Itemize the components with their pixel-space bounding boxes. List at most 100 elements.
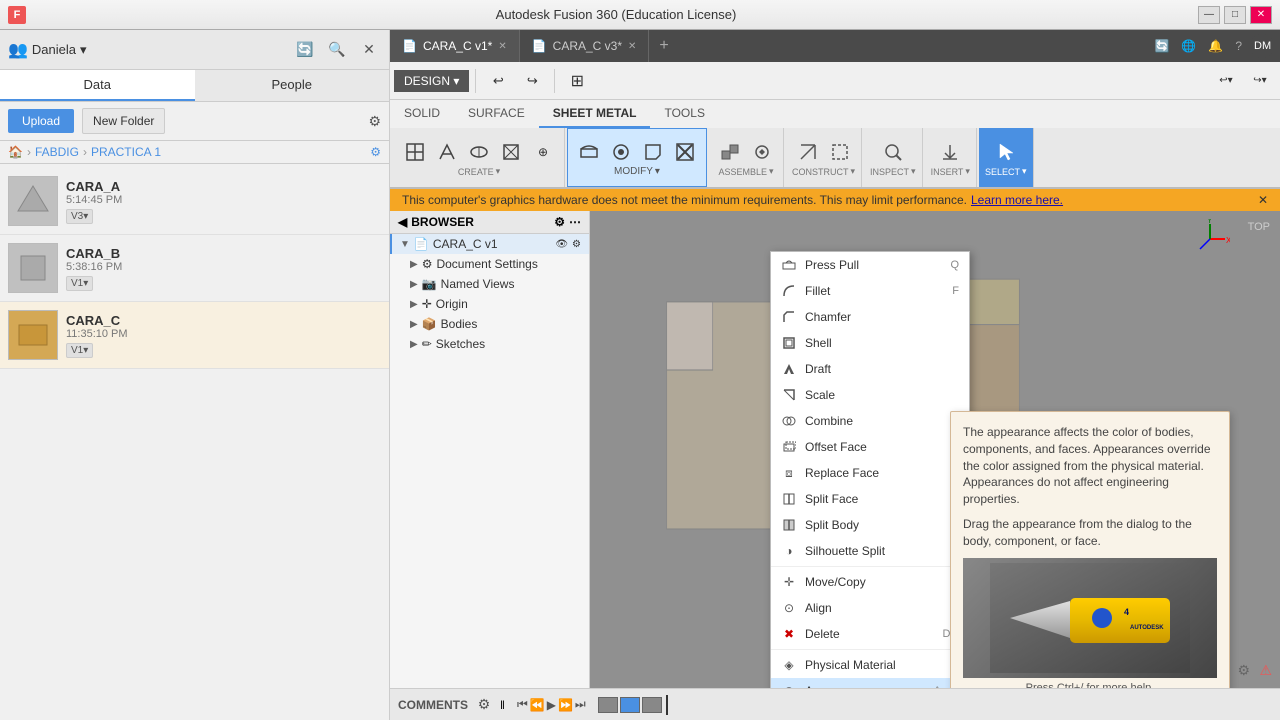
browser-item-cara-c[interactable]: ▼ 📄 CARA_C v1 👁 ⚙ <box>390 234 589 254</box>
inspect-icon-1[interactable] <box>878 138 908 166</box>
timeline-box[interactable] <box>642 697 662 713</box>
menu-item-fillet[interactable]: Fillet F <box>771 278 969 304</box>
menu-item-delete[interactable]: ✖ Delete Del <box>771 621 969 647</box>
menu-item-silhouette-split[interactable]: ◑ Silhouette Split <box>771 538 969 564</box>
timeline-box[interactable] <box>620 697 640 713</box>
create-icon-1[interactable] <box>400 138 430 166</box>
assemble-icon-2[interactable] <box>747 138 777 166</box>
menu-item-offset-face[interactable]: Offset Face <box>771 434 969 460</box>
create-label[interactable]: CREATE ▾ <box>458 166 500 177</box>
menu-item-align[interactable]: ⊙ Align <box>771 595 969 621</box>
tab-solid[interactable]: SOLID <box>390 100 454 128</box>
notifications-button[interactable]: 🔔 <box>1204 37 1227 55</box>
assemble-label[interactable]: ASSEMBLE ▾ <box>718 166 773 177</box>
menu-item-scale[interactable]: Scale <box>771 382 969 408</box>
search-button[interactable]: 🔍 <box>325 38 349 62</box>
skip-end-button[interactable]: ⏭ <box>575 697 586 712</box>
menu-item-press-pull[interactable]: Press Pull Q <box>771 252 969 278</box>
create-icon-5[interactable]: ⊕ <box>528 138 558 166</box>
grid-view-button[interactable]: ⊞ <box>561 65 593 97</box>
menu-item-split-face[interactable]: Split Face <box>771 486 969 512</box>
menu-item-split-body[interactable]: Split Body <box>771 512 969 538</box>
menu-item-physical-material[interactable]: ◈ Physical Material <box>771 652 969 678</box>
menu-item-shell[interactable]: Shell <box>771 330 969 356</box>
file-version[interactable]: V1▾ <box>66 276 93 291</box>
modify-icon-1[interactable] <box>574 138 604 166</box>
browser-item-origin[interactable]: ▶ ✛ Origin <box>390 294 589 314</box>
viewport-settings-icon[interactable]: ⚙ <box>1237 662 1250 680</box>
construct-icon-2[interactable] <box>825 138 855 166</box>
insert-label[interactable]: INSERT ▾ <box>931 166 970 177</box>
add-tab-button[interactable]: + <box>649 37 678 55</box>
list-item[interactable]: CARA_A 5:14:45 PM V3▾ <box>0 168 389 235</box>
undo-button[interactable]: ↩ <box>482 65 514 97</box>
tab-cara-c-v3[interactable]: 📄 CARA_C v3* ✕ <box>520 30 650 62</box>
browser-item-bodies[interactable]: ▶ 📦 Bodies <box>390 314 589 334</box>
browser-item-doc-settings[interactable]: ▶ ⚙ Document Settings <box>390 254 589 274</box>
minimize-button[interactable]: — <box>1198 6 1220 24</box>
home-icon[interactable]: 🏠 <box>8 145 23 159</box>
modify-icon-2[interactable] <box>606 138 636 166</box>
visibility-icon[interactable]: 👁 <box>555 239 568 250</box>
create-icon-2[interactable] <box>432 138 462 166</box>
file-version[interactable]: V3▾ <box>66 209 93 224</box>
refresh-tab-button[interactable]: 🔄 <box>1150 37 1173 55</box>
browser-header[interactable]: ◀ BROWSER ⚙ ⋯ <box>390 211 589 234</box>
comments-settings-icon[interactable]: ⚙ <box>472 693 496 717</box>
inspect-label[interactable]: INSPECT ▾ <box>870 166 916 177</box>
tab-tools[interactable]: TOOLS <box>650 100 718 128</box>
close-panel-button[interactable]: ✕ <box>357 38 381 62</box>
design-button[interactable]: DESIGN ▾ <box>394 70 469 92</box>
play-button[interactable]: ▶ <box>547 698 556 712</box>
browser-more-icon[interactable]: ⋯ <box>569 215 581 229</box>
insert-icon-1[interactable] <box>935 138 965 166</box>
browser-item-sketches[interactable]: ▶ ✏ Sketches <box>390 334 589 354</box>
file-version[interactable]: V1▾ <box>66 343 93 358</box>
list-item[interactable]: CARA_C 11:35:10 PM V1▾ <box>0 302 389 369</box>
breadcrumb-practica[interactable]: PRACTICA 1 <box>91 145 161 159</box>
menu-item-combine[interactable]: Combine <box>771 408 969 434</box>
tab-surface[interactable]: SURFACE <box>454 100 539 128</box>
create-icon-4[interactable] <box>496 138 526 166</box>
refresh-button[interactable]: 🔄 <box>293 38 317 62</box>
maximize-button[interactable]: □ <box>1224 6 1246 24</box>
breadcrumb-settings-icon[interactable]: ⚙ <box>370 145 381 159</box>
menu-item-chamfer[interactable]: Chamfer <box>771 304 969 330</box>
tab-people[interactable]: People <box>195 70 390 101</box>
learn-more-link[interactable]: Learn more here. <box>971 193 1063 207</box>
menu-item-replace-face[interactable]: ⧈ Replace Face <box>771 460 969 486</box>
help-button[interactable]: ? <box>1231 37 1246 55</box>
construct-icon-1[interactable] <box>793 138 823 166</box>
modify-icon-4[interactable] <box>670 138 700 166</box>
web-button[interactable]: 🌐 <box>1177 37 1200 55</box>
modify-label[interactable]: MODIFY ▾ <box>614 166 660 177</box>
redo-button[interactable]: ↪ <box>516 65 548 97</box>
skip-start-button[interactable]: ⏮ <box>517 697 528 712</box>
breadcrumb-fabdig[interactable]: FABDIG <box>35 145 79 159</box>
menu-item-draft[interactable]: Draft <box>771 356 969 382</box>
tab-close-icon[interactable]: ✕ <box>498 41 506 52</box>
modify-icon-3[interactable] <box>638 138 668 166</box>
settings-icon[interactable]: ⚙ <box>572 239 581 250</box>
menu-item-move-copy[interactable]: ✛ Move/Copy M <box>771 569 969 595</box>
construct-label[interactable]: CONSTRUCT ▾ <box>792 166 855 177</box>
tab-cara-c-v1[interactable]: 📄 CARA_C v1* ✕ <box>390 30 520 62</box>
next-button[interactable]: ⏩ <box>558 698 573 712</box>
settings-icon[interactable]: ⚙ <box>368 113 381 130</box>
list-item[interactable]: CARA_B 5:38:16 PM V1▾ <box>0 235 389 302</box>
viewport[interactable]: TOP X Y <box>590 211 1280 688</box>
menu-item-appearance[interactable]: ◉ Appearance A ⋯ <box>771 678 969 688</box>
create-icon-3[interactable] <box>464 138 494 166</box>
undo-list-button[interactable]: ↩▾ <box>1210 65 1242 97</box>
comments-expand-icon[interactable]: ‖ <box>500 698 505 712</box>
prev-button[interactable]: ⏪ <box>530 698 545 712</box>
select-label[interactable]: SELECT ▾ <box>985 166 1027 177</box>
new-folder-button[interactable]: New Folder <box>82 108 165 134</box>
tab-close-icon[interactable]: ✕ <box>628 41 636 52</box>
assemble-icon-1[interactable] <box>715 138 745 166</box>
browser-item-named-views[interactable]: ▶ 📷 Named Views <box>390 274 589 294</box>
upload-button[interactable]: Upload <box>8 109 74 133</box>
select-icon-1[interactable] <box>991 138 1021 166</box>
profile-button[interactable]: DM <box>1250 34 1274 58</box>
redo-list-button[interactable]: ↪▾ <box>1244 65 1276 97</box>
